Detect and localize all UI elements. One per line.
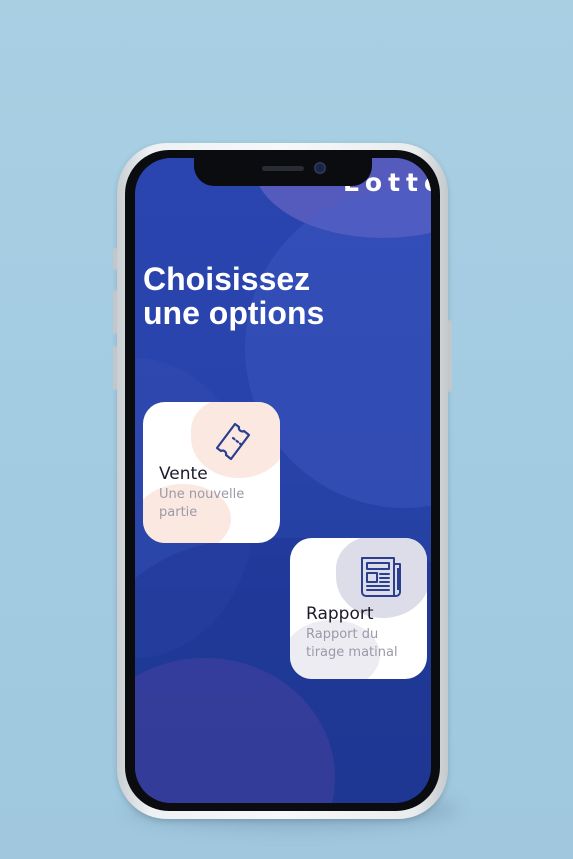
option-subtitle: Une nouvelle partie [159, 487, 245, 520]
phone-power-button [448, 320, 452, 392]
option-subtitle: Rapport du tirage matinal [306, 627, 398, 660]
phone-side-button [113, 248, 117, 270]
phone-notch [194, 158, 372, 186]
ticket-icon [215, 422, 251, 461]
app-screen: Lotto Choisissez une options Vente Une n… [135, 158, 431, 803]
option-title: Rapport [306, 604, 374, 624]
phone-camera [314, 162, 326, 174]
phone-speaker [262, 166, 304, 171]
option-card-vente[interactable]: Vente Une nouvelle partie [143, 402, 280, 543]
option-card-rapport[interactable]: Rapport Rapport du tirage matinal [290, 538, 427, 679]
page-title-line-1: Choisissez [143, 261, 311, 297]
page-title: Choisissez une options [143, 262, 403, 330]
newspaper-icon [361, 557, 401, 597]
option-title: Vente [159, 464, 208, 484]
phone-volume-down-button [113, 346, 117, 390]
page-title-line-2: une options [143, 295, 325, 331]
phone-volume-up-button [113, 290, 117, 334]
